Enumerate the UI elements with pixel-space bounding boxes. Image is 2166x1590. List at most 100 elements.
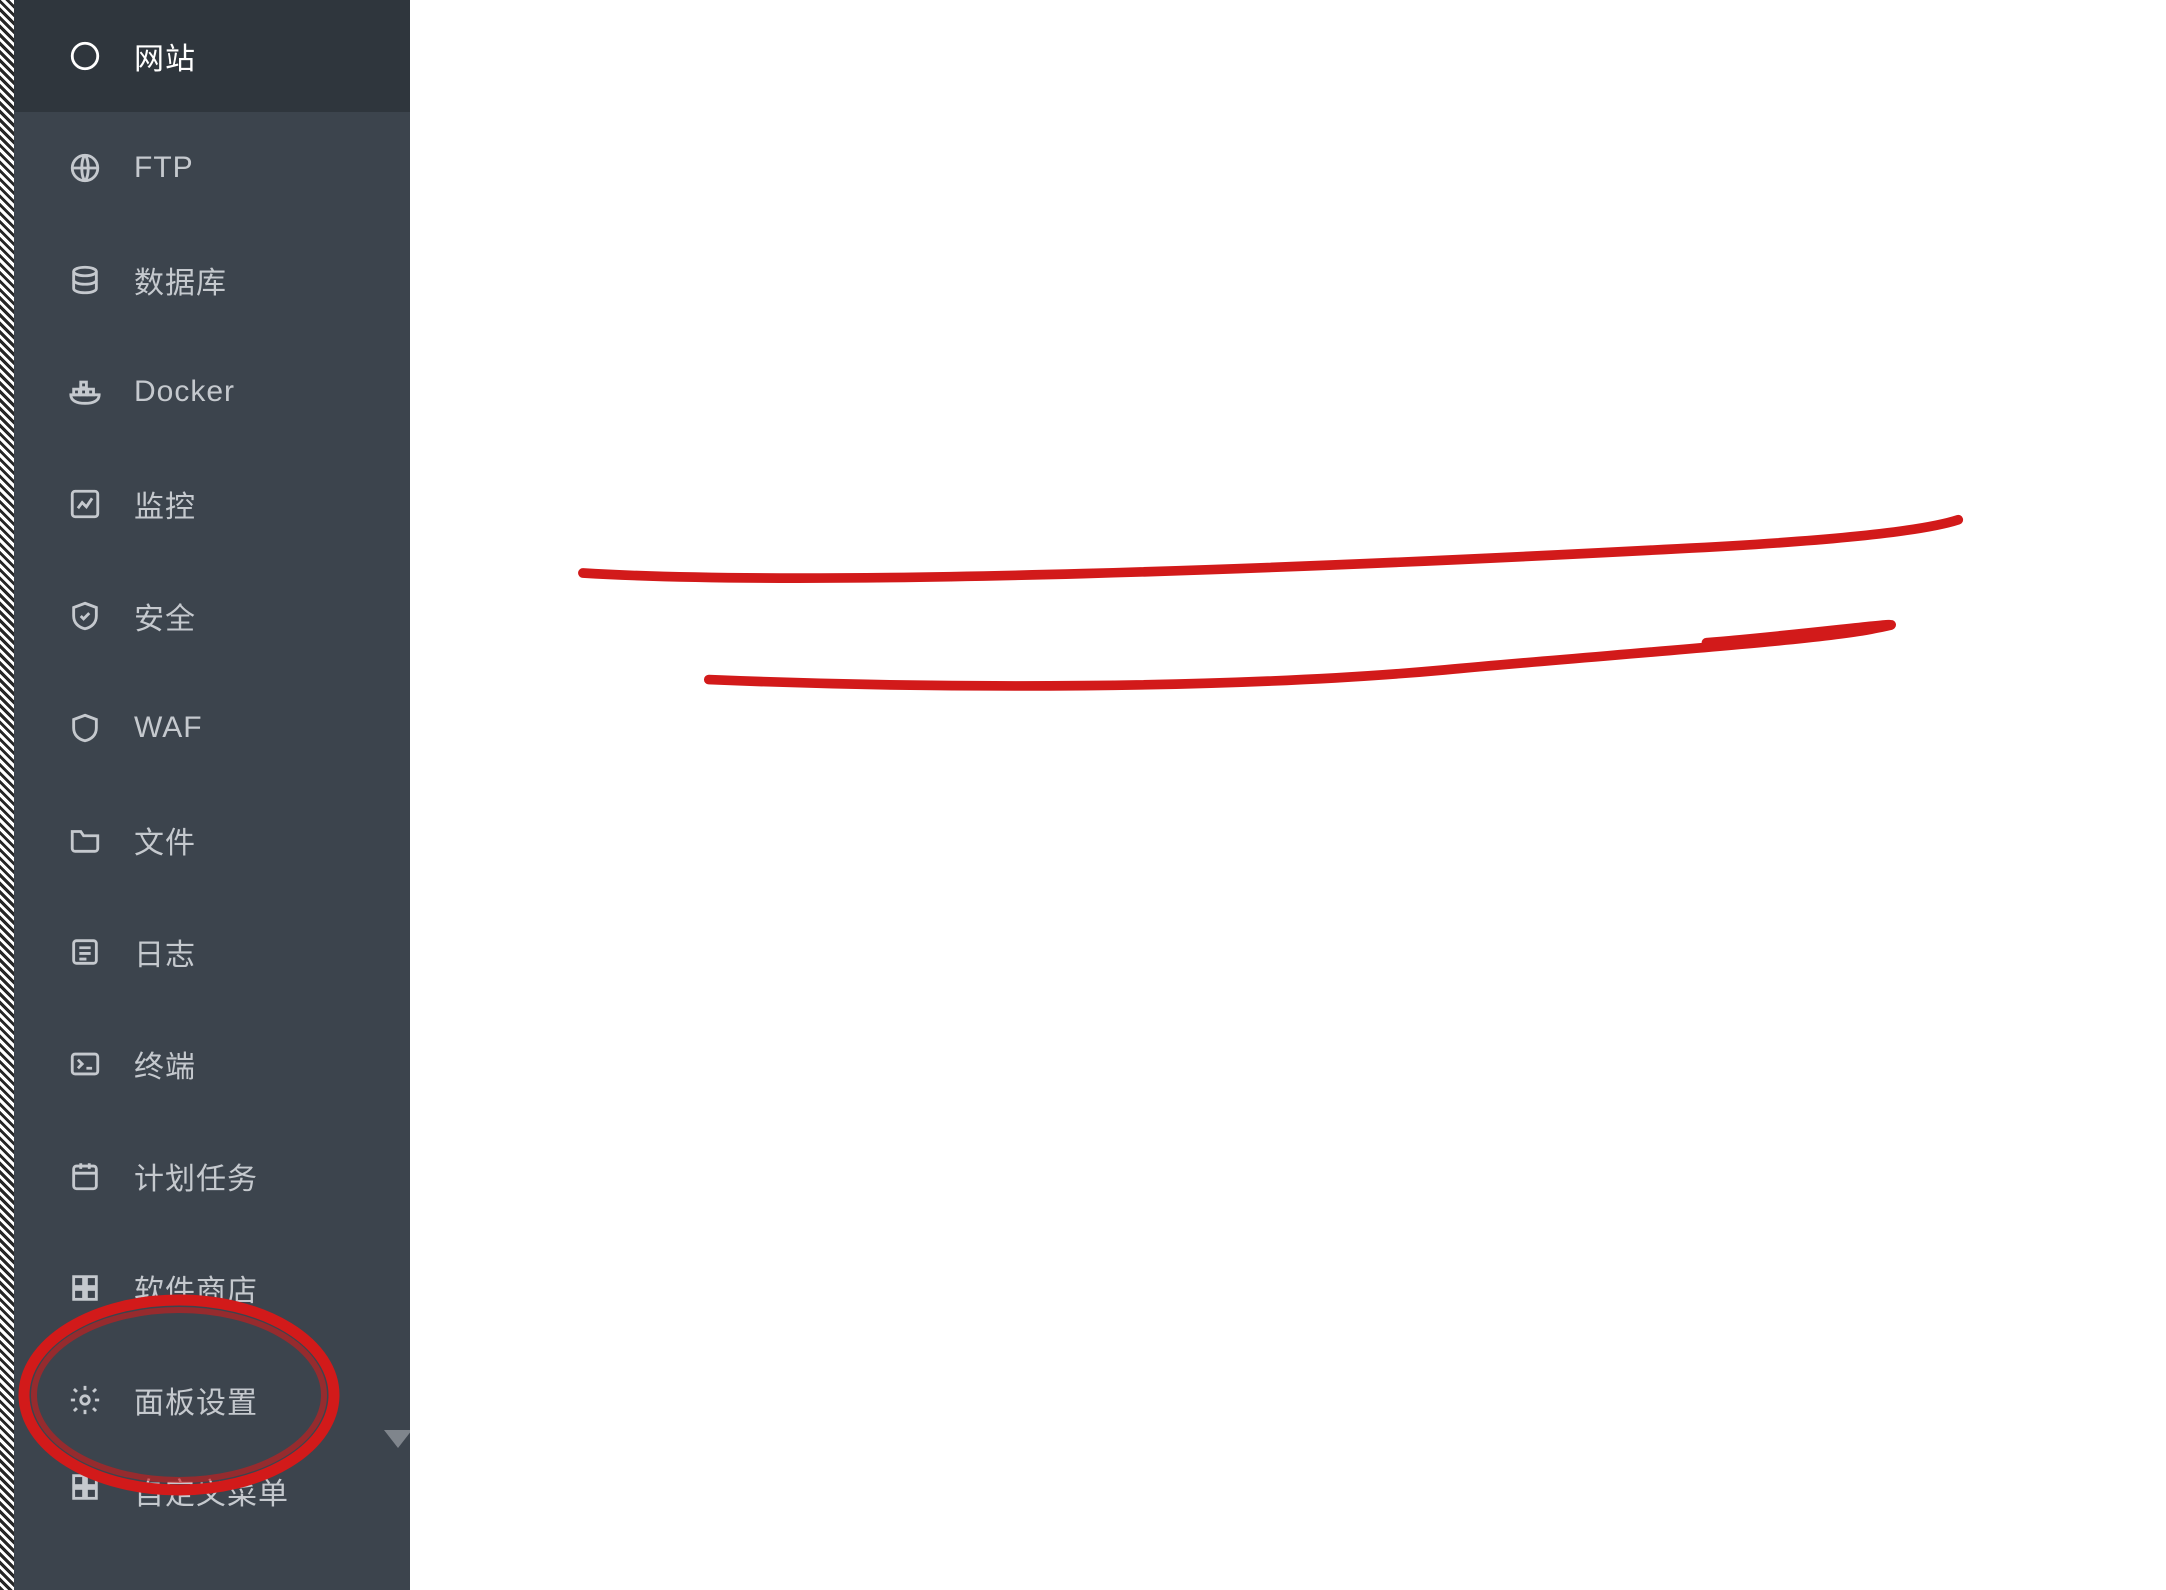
- chart-icon: [68, 487, 102, 521]
- sidebar-item-label: Docker: [134, 375, 235, 409]
- apps-icon: [68, 1271, 102, 1305]
- row-panel-password: 面板密码 ******** 设置 设置面板密码: [410, 560, 2166, 662]
- sidebar-item-site[interactable]: 网站: [14, 0, 410, 112]
- row-label: 面板密码: [530, 590, 860, 632]
- sidebar-item-docker[interactable]: Docker: [14, 336, 410, 448]
- sidebar-item-terminal[interactable]: 终端: [14, 1008, 410, 1120]
- row-description: 隐藏左侧菜单栏目: [1734, 795, 1958, 835]
- settings-main: 默认建站目录 /www/wwwroot 保存 创建的站点，默认将保存到该目录下 …: [410, 0, 2166, 1590]
- set-button[interactable]: 设置: [1590, 681, 1688, 745]
- sidebar-item-logs[interactable]: 日志: [14, 896, 410, 1008]
- sidebar-item-cron[interactable]: 计划任务: [14, 1120, 410, 1232]
- calendar-icon: [68, 1159, 102, 1193]
- toggle-knob: [1342, 1540, 1382, 1580]
- log-icon: [68, 935, 102, 969]
- browse-folder-button[interactable]: [1446, 171, 1512, 235]
- sidebar-item-label: 终端: [134, 1042, 196, 1086]
- row-description: 面板请求云端时，使用的请求线路,: [1734, 999, 2162, 1039]
- alert-toggle[interactable]: [880, 1399, 966, 1445]
- toggle-knob: [883, 1402, 923, 1442]
- terminal-icon: [68, 1047, 102, 1081]
- sidebar-item-monitor[interactable]: 监控: [14, 448, 410, 560]
- sync-button[interactable]: 同步: [1590, 375, 1688, 439]
- row-default-backup-dir: 默认备份目录 /www/backup 保存 网站和站点默认的备份目录: [410, 152, 2166, 254]
- bt-account-input[interactable]: [880, 681, 1496, 745]
- window-edge-stipple: [0, 0, 14, 1590]
- sidebar-item-label: 网站: [134, 34, 196, 78]
- cloud-route-display[interactable]: IPv4: [880, 987, 1496, 1051]
- save-button[interactable]: 保存: [1606, 171, 1704, 235]
- save-button[interactable]: 保存: [1606, 69, 1704, 133]
- redacted-content: [896, 693, 1106, 733]
- backup-dir-input[interactable]: /www/backup: [880, 171, 1430, 235]
- sidebar-item-database[interactable]: 数据库: [14, 224, 410, 336]
- ssl-config-button[interactable]: 面板SSL 配置: [1469, 1531, 1651, 1589]
- panel-account-input[interactable]: xrqhlwtu: [880, 477, 1496, 541]
- sidebar-item-label: 安全: [134, 594, 196, 638]
- row-description: 面板请求云端时，使用的请求方式,: [1734, 897, 2162, 937]
- set-button[interactable]: 设置: [1590, 1089, 1688, 1153]
- row-cloud-request-route: 面板云端请求线路 IPv4 设置 面板请求云端时，使用的请求线路,: [410, 968, 2166, 1070]
- server-time-display: 2023-11-18 11:42:10 CST +0800: [880, 375, 1496, 439]
- row-label: 面板云端通讯节点配置: [530, 1100, 860, 1142]
- circle-icon: [68, 39, 102, 73]
- row-description: 设置面板账号: [1734, 489, 1902, 529]
- sidebar-item-label: 计划任务: [134, 1154, 258, 1198]
- save-button[interactable]: 保存: [1571, 273, 1669, 337]
- sidebar-item-label: 数据库: [134, 258, 227, 302]
- row-server-time: 服务器时间 2023-11-18 11:42:10 CST +0800 同步 同…: [410, 356, 2166, 458]
- cloud-method-display[interactable]: Python: [880, 885, 1496, 949]
- folder-icon: [68, 823, 102, 857]
- sidebar-item-label: 日志: [134, 930, 196, 974]
- row-cloud-request-method: 面板云端请求方式 Python 设置 面板请求云端时，使用的请求方式,: [410, 866, 2166, 968]
- row-label: 服务器IP: [530, 284, 860, 326]
- row-description: 请勿随意调整节点配置，仅获取云: [1734, 1101, 2154, 1141]
- sidebar-item-panel-settings[interactable]: 面板设置: [14, 1344, 410, 1456]
- waf-icon: [68, 711, 102, 745]
- menu-hide-display[interactable]: 无配置: [880, 783, 1496, 847]
- row-label: 默认建站目录: [530, 80, 860, 122]
- row-default-site-dir: 默认建站目录 /www/wwwroot 保存 创建的站点，默认将保存到该目录下: [410, 50, 2166, 152]
- browse-folder-button[interactable]: [1446, 69, 1512, 133]
- row-menu-hide: 面板菜单栏隐藏 无配置 设置 隐藏左侧菜单栏目: [410, 764, 2166, 866]
- set-button[interactable]: 设置: [1590, 783, 1688, 847]
- row-label: 绑定宝塔账号: [530, 692, 860, 734]
- sidebar-collapse-caret-icon[interactable]: [384, 1430, 412, 1448]
- row-label: 默认备份目录: [530, 182, 860, 224]
- set-button[interactable]: 设置: [1590, 579, 1688, 643]
- ssl-toggle[interactable]: [1339, 1537, 1425, 1583]
- sidebar-item-label: FTP: [134, 151, 194, 185]
- panel-password-input[interactable]: ********: [880, 579, 1496, 643]
- globe-icon: [68, 151, 102, 185]
- gear-icon: [68, 1383, 102, 1417]
- redacted-content: [896, 283, 1116, 327]
- row-description: 设置面板密码: [1734, 591, 1902, 631]
- sidebar: 网站 FTP 数据库 Docker 监控 安全 WAF 文件 日志 终端 计划任…: [14, 0, 410, 1590]
- cloud-node-display[interactable]: 自动选择: [880, 1089, 1496, 1153]
- alert-method-button[interactable]: 提醒方式: [1002, 1393, 1156, 1451]
- row-description: 同步当前服务器时间: [1734, 387, 1986, 427]
- row-description: 告警内容包含：面板用户变更、面板日志删除、面板开启开发者、面板开启: [1216, 1402, 2140, 1442]
- server-ip-input[interactable]: [880, 273, 1430, 337]
- set-button[interactable]: 设置: [1590, 885, 1688, 949]
- set-button[interactable]: 设置: [1590, 987, 1688, 1051]
- sidebar-item-waf[interactable]: WAF: [14, 672, 410, 784]
- row-label: 面板菜单栏隐藏: [530, 794, 860, 836]
- unbind-button[interactable]: 解绑: [1708, 681, 1808, 745]
- row-description: 默认为外网IP,若您在本地虚拟机测试: [1715, 285, 2166, 325]
- sidebar-item-files[interactable]: 文件: [14, 784, 410, 896]
- row-server-ip: 服务器IP 保存 默认为外网IP,若您在本地虚拟机测试: [410, 254, 2166, 356]
- apps-icon: [68, 1470, 102, 1512]
- row-label: 面板账号: [530, 488, 860, 530]
- row-label: 面板安全告警: [530, 1401, 860, 1443]
- sidebar-item-security[interactable]: 安全: [14, 560, 410, 672]
- sidebar-item-store[interactable]: 软件商店: [14, 1232, 410, 1344]
- set-button[interactable]: 设置: [1590, 477, 1688, 541]
- row-label: 服务器时间: [530, 386, 860, 428]
- sidebar-item-label: 监控: [134, 482, 196, 526]
- sidebar-item-custom-menu[interactable]: 自定义菜单: [14, 1456, 410, 1526]
- site-dir-input[interactable]: /www/wwwroot: [880, 69, 1430, 133]
- row-label: 面板云端请求方式: [530, 896, 860, 938]
- sidebar-item-label: 自定义菜单: [134, 1469, 289, 1513]
- sidebar-item-ftp[interactable]: FTP: [14, 112, 410, 224]
